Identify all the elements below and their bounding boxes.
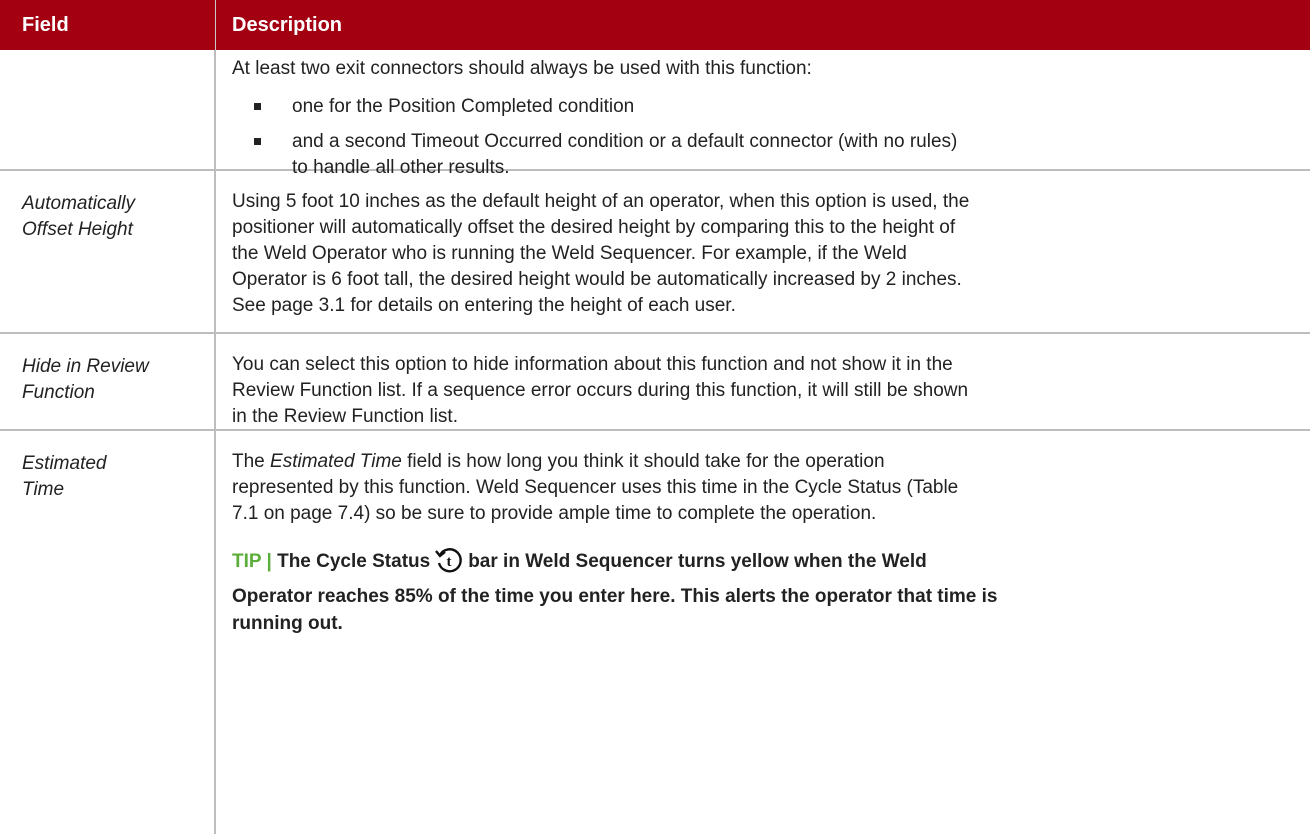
svg-text:t: t <box>447 554 452 570</box>
tip-label: TIP | <box>232 551 272 572</box>
text-run: field is how long you think it should ta… <box>401 451 885 472</box>
table-row: Hide in Review Function You can select t… <box>0 334 1310 431</box>
field-name: Automatically Offset Height <box>0 171 216 332</box>
description-line: Using 5 foot 10 inches as the default he… <box>232 191 970 212</box>
description-line: positioner will automatically offset the… <box>232 217 956 238</box>
field-name: Hide in Review Function <box>0 334 216 429</box>
tip-text-run: bar in Weld Sequencer turns yellow when … <box>468 551 927 572</box>
connectors-intro: At least two exit connectors should alwa… <box>232 58 812 79</box>
field-name-line: Automatically <box>22 193 135 214</box>
tip-line: Operator reaches 85% of the time you ent… <box>232 586 998 607</box>
text-run: The <box>232 451 271 472</box>
cycle-timer-icon: t <box>434 545 464 583</box>
description-line: the Weld Operator who is running the Wel… <box>232 243 907 264</box>
field-name-line: Hide in Review <box>22 356 149 377</box>
field-description-table: Field Description At least two exit conn… <box>0 0 1310 834</box>
field-name: Estimated Time <box>0 431 216 834</box>
list-item: one for the Position Completed condition <box>254 94 1278 120</box>
header-field: Field <box>0 0 216 50</box>
description-line: represented by this function. Weld Seque… <box>232 477 959 498</box>
description-line: You can select this option to hide infor… <box>232 354 953 375</box>
field-name-line: Function <box>22 382 95 403</box>
description-cell: You can select this option to hide infor… <box>216 334 1310 429</box>
description-cell: The Estimated Time field is how long you… <box>216 431 1310 834</box>
tip-callout: TIP | The Cycle Status t bar in Weld Seque… <box>232 545 1278 637</box>
description-line: See page 3.1 for details on entering the… <box>232 295 736 316</box>
bullet-square-icon <box>254 103 261 110</box>
emphasized-term: Estimated Time <box>270 451 402 472</box>
description-line: The Estimated Time field is how long you… <box>232 449 1278 475</box>
field-name-line: Offset Height <box>22 219 133 240</box>
table-row: At least two exit connectors should alwa… <box>0 50 1310 178</box>
header-description: Description <box>232 14 343 36</box>
connectors-bullet-list: one for the Position Completed condition… <box>232 94 1278 181</box>
table-row: Automatically Offset Height Using 5 foot… <box>0 171 1310 334</box>
field-name-line: Time <box>22 479 65 500</box>
bullet-text: and a second Timeout Occurred condition … <box>292 131 958 152</box>
bullet-square-icon <box>254 138 261 145</box>
list-item: and a second Timeout Occurred condition … <box>254 129 1278 155</box>
tip-text-run: The Cycle Status <box>271 551 431 572</box>
tip-line: running out. <box>232 613 343 634</box>
table-row: Estimated Time The Estimated Time field … <box>0 431 1310 834</box>
field-cell-empty <box>0 50 216 169</box>
description-cell: At least two exit connectors should alwa… <box>216 50 1310 178</box>
description-line: in the Review Function list. <box>232 406 458 427</box>
description-line: Operator is 6 foot tall, the desired hei… <box>232 269 962 290</box>
description-cell: Using 5 foot 10 inches as the default he… <box>216 171 1310 332</box>
bullet-text: one for the Position Completed condition <box>292 96 635 117</box>
description-line: 7.1 on page 7.4) so be sure to provide a… <box>232 503 877 524</box>
field-name-line: Estimated <box>22 453 107 474</box>
description-line: Review Function list. If a sequence erro… <box>232 380 969 401</box>
table-header: Field Description <box>0 0 1310 50</box>
